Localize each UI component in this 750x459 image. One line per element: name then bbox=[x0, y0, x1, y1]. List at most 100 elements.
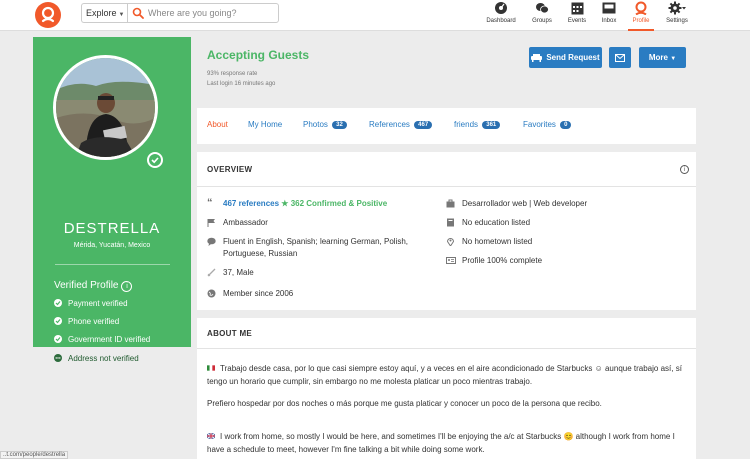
check-icon bbox=[149, 154, 161, 166]
about-me-section: ABOUT ME Trabajo desde casa, por lo que … bbox=[197, 318, 696, 459]
tab-about[interactable]: About bbox=[207, 120, 228, 129]
dashboard-icon bbox=[484, 1, 518, 17]
about-paragraph-spanish: Trabajo desde casa, por lo que casi siem… bbox=[207, 362, 689, 388]
tab-label: My Home bbox=[248, 120, 283, 129]
avatar[interactable] bbox=[53, 55, 158, 160]
profile-name: DESTRELLA bbox=[63, 220, 161, 237]
age-gender-text: 37, Male bbox=[223, 268, 254, 277]
envelope-icon bbox=[615, 54, 625, 62]
more-label: More bbox=[648, 53, 668, 62]
ambassador-row: Ambassador bbox=[207, 217, 437, 229]
verification-label: Phone verified bbox=[68, 317, 120, 326]
tab-friends[interactable]: friends 361 bbox=[454, 120, 501, 129]
browser-status-url: ..t.com/people/destrella bbox=[0, 451, 69, 459]
references-link[interactable]: 467 references bbox=[223, 199, 279, 208]
nav-events[interactable]: Events bbox=[564, 0, 590, 31]
tab-count-badge: 32 bbox=[332, 121, 347, 129]
explore-dropdown[interactable]: Explore ▼ bbox=[81, 3, 128, 23]
nav-inbox-label: Inbox bbox=[601, 18, 617, 24]
nav-profile[interactable]: Profile bbox=[628, 0, 654, 31]
verified-profile-title: Verified Profile bbox=[54, 280, 119, 291]
ambassador-text: Ambassador bbox=[223, 218, 268, 227]
check-circle-icon bbox=[54, 299, 62, 307]
verification-label: Government ID verified bbox=[68, 335, 151, 344]
divider bbox=[197, 348, 696, 349]
nav-settings[interactable]: Settings bbox=[663, 0, 691, 31]
about-text: Trabajo desde casa, por lo que casi siem… bbox=[207, 364, 682, 386]
about-paragraph-english: I work from home, so mostly I would be h… bbox=[207, 430, 689, 456]
events-icon bbox=[564, 1, 590, 17]
tab-label: About bbox=[207, 120, 228, 129]
profile-location: Mérida, Yucatán, Mexico bbox=[73, 242, 151, 249]
mexico-flag-icon bbox=[207, 365, 215, 371]
uk-flag-icon bbox=[207, 433, 215, 439]
send-request-button[interactable]: Send Request bbox=[529, 47, 602, 68]
response-rate: 93% response rate bbox=[207, 71, 258, 77]
search-input[interactable] bbox=[148, 6, 276, 20]
verification-label: Address not verified bbox=[68, 354, 139, 363]
couch-icon bbox=[531, 54, 543, 62]
briefcase-icon bbox=[446, 199, 455, 208]
member-since-row: Member since 2006 bbox=[207, 288, 437, 300]
tab-label: References bbox=[369, 120, 410, 129]
languages-row: Fluent in English, Spanish; learning Ger… bbox=[207, 236, 422, 260]
message-button[interactable] bbox=[609, 47, 631, 68]
overview-title: OVERVIEW bbox=[207, 165, 253, 174]
inbox-icon bbox=[597, 1, 621, 17]
info-icon[interactable]: i bbox=[121, 281, 133, 292]
age-gender-row: 37, Male bbox=[207, 267, 437, 279]
about-text: I work from home, so mostly I would be h… bbox=[207, 432, 675, 454]
nav-groups[interactable]: Groups bbox=[528, 0, 556, 31]
nav-inbox[interactable]: Inbox bbox=[597, 0, 621, 31]
nav-dashboard[interactable]: Dashboard bbox=[484, 0, 518, 31]
tab-favorites[interactable]: Favorites 0 bbox=[523, 120, 572, 129]
hometown-row: No hometown listed bbox=[446, 236, 686, 248]
nav-groups-label: Groups bbox=[532, 18, 552, 24]
tab-label: Photos bbox=[303, 120, 328, 129]
globe-icon bbox=[207, 289, 216, 298]
about-me-title: ABOUT ME bbox=[207, 329, 253, 338]
verification-payment: Payment verified bbox=[54, 299, 128, 308]
top-navigation: Explore▼ Dashboard Groups Events Inbox P… bbox=[0, 0, 750, 31]
explore-label: Explore bbox=[86, 8, 117, 18]
flag-icon bbox=[207, 218, 216, 227]
occupation-row: Desarrollador web | Web developer bbox=[446, 198, 686, 210]
star-icon: ★ bbox=[281, 199, 289, 208]
tab-count-badge: 467 bbox=[414, 121, 433, 129]
hosting-status-title: Accepting Guests bbox=[207, 48, 310, 62]
hosting-status: Accepting Guests 93% response rate Last … bbox=[197, 37, 696, 99]
verification-label: Payment verified bbox=[68, 299, 128, 308]
avatar-photo bbox=[56, 58, 155, 157]
profile-tabs: About My Home Photos 32 References 467 f… bbox=[197, 108, 696, 144]
tab-count-badge: 0 bbox=[560, 121, 572, 129]
couchsurfing-logo[interactable] bbox=[35, 2, 61, 28]
member-since-text: Member since 2006 bbox=[223, 289, 294, 298]
profile-icon bbox=[628, 1, 654, 17]
verification-phone: Phone verified bbox=[54, 317, 119, 326]
tab-count-badge: 361 bbox=[482, 121, 501, 129]
tab-references[interactable]: References 467 bbox=[369, 120, 433, 129]
education-text: No education listed bbox=[462, 218, 531, 227]
languages-text: Fluent in English, Spanish; learning Ger… bbox=[223, 237, 408, 258]
confirmed-references[interactable]: 362 Confirmed & Positive bbox=[291, 199, 387, 208]
search-box[interactable] bbox=[127, 3, 279, 23]
location-pin-icon bbox=[446, 237, 455, 247]
verified-profile-heading: Verified Profile i bbox=[54, 280, 133, 292]
tab-label: Favorites bbox=[523, 120, 556, 129]
education-row: No education listed bbox=[446, 217, 686, 229]
settings-icon bbox=[663, 1, 691, 17]
quote-icon: “ bbox=[207, 197, 213, 209]
tab-my-home[interactable]: My Home bbox=[248, 120, 282, 129]
check-circle-icon bbox=[54, 335, 62, 343]
profile-sidebar: DESTRELLA Mérida, Yucatán, Mexico Verifi… bbox=[33, 37, 191, 363]
tab-label: friends bbox=[454, 120, 479, 129]
check-circle-icon bbox=[54, 317, 62, 325]
tab-photos[interactable]: Photos 32 bbox=[303, 120, 347, 129]
groups-icon bbox=[528, 1, 556, 17]
last-login: Last login 16 minutes ago bbox=[207, 81, 276, 87]
info-icon[interactable]: i bbox=[680, 165, 689, 174]
id-card-icon bbox=[446, 256, 456, 265]
divider bbox=[55, 264, 170, 265]
more-button[interactable]: More ▼ bbox=[639, 47, 686, 68]
profile-complete-row: Profile 100% complete bbox=[446, 255, 686, 267]
